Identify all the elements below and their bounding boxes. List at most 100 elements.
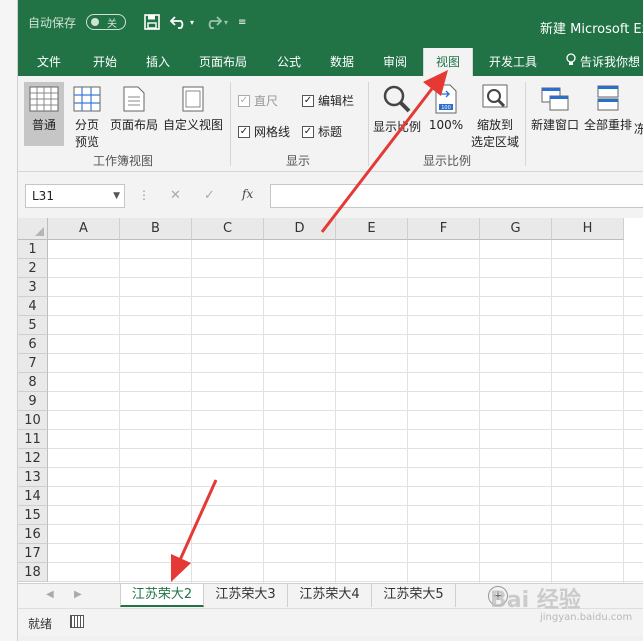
row-header-6[interactable]: 6 bbox=[18, 335, 48, 354]
ruler-checkbox[interactable]: ✓ 直尺 bbox=[238, 92, 278, 109]
row-header-7[interactable]: 7 bbox=[18, 354, 48, 373]
column-header-g[interactable]: G bbox=[480, 218, 552, 240]
redo-icon[interactable] bbox=[204, 15, 223, 29]
name-box[interactable]: L31 ▼ bbox=[25, 184, 125, 208]
page-break-preview-button[interactable]: 分页 预览 bbox=[68, 82, 106, 152]
magnifier-icon bbox=[383, 85, 411, 113]
zoom-button[interactable]: 显示比例 bbox=[372, 82, 422, 146]
column-header-c[interactable]: C bbox=[192, 218, 264, 240]
tab-data[interactable]: 数据 bbox=[316, 48, 368, 76]
custom-views-icon bbox=[182, 86, 204, 112]
sheet-tab-1[interactable]: 江苏荣大2 bbox=[120, 584, 204, 607]
zoom-to-selection-button[interactable]: 缩放到 选定区域 bbox=[468, 82, 522, 152]
quick-access-toolbar: 自动保存 关 ▾ ▾ ≡ bbox=[28, 10, 246, 34]
grid-line bbox=[48, 372, 643, 373]
autosave-state: 关 bbox=[107, 18, 118, 30]
column-header-d[interactable]: D bbox=[264, 218, 336, 240]
row-header-3[interactable]: 3 bbox=[18, 278, 48, 297]
scroll-left-icon[interactable]: ◀ bbox=[46, 589, 54, 600]
page-break-icon bbox=[73, 86, 101, 112]
column-header-f[interactable]: F bbox=[408, 218, 480, 240]
ribbon-view: 普通 分页 预览 页面布局 自定义视图 工作簿视图 ✓ 直尺 ✓ 编辑栏 ✓ 网… bbox=[18, 76, 643, 172]
sheet-tab-4[interactable]: 江苏荣大5 bbox=[372, 584, 456, 607]
grid-line bbox=[48, 429, 643, 430]
zoom-100-button[interactable]: 100 100% bbox=[424, 82, 468, 146]
autosave-label: 自动保存 bbox=[28, 15, 77, 30]
tab-home[interactable]: 开始 bbox=[80, 48, 130, 76]
grid-line bbox=[48, 410, 643, 411]
worksheet-grid[interactable]: A B C D E F G H 1 2 3 4 5 6 7 8 9 10 11 12 13 14 15 16 17 18 bbox=[18, 218, 643, 583]
row-header-13[interactable]: 13 bbox=[18, 468, 48, 487]
row-header-10[interactable]: 10 bbox=[18, 411, 48, 430]
grid-line bbox=[48, 524, 643, 525]
row-header-12[interactable]: 12 bbox=[18, 449, 48, 468]
row-header-1[interactable]: 1 bbox=[18, 240, 48, 259]
custom-views-label: 自定义视图 bbox=[162, 118, 223, 132]
zoom-label: 显示比例 bbox=[372, 120, 421, 134]
grid-line bbox=[119, 240, 120, 583]
grid-line bbox=[48, 258, 643, 259]
page-layout-view-button[interactable]: 页面布局 bbox=[108, 82, 160, 146]
grid-line bbox=[48, 315, 643, 316]
tab-file[interactable]: 文件 bbox=[18, 48, 80, 76]
chevron-down-icon[interactable]: ▼ bbox=[113, 185, 120, 207]
custom-views-button[interactable]: 自定义视图 bbox=[162, 82, 224, 146]
grid-line bbox=[48, 448, 643, 449]
formula-input[interactable] bbox=[270, 184, 643, 208]
grid-line bbox=[48, 391, 643, 392]
undo-icon[interactable] bbox=[170, 15, 188, 29]
tab-view[interactable]: 视图 bbox=[423, 48, 473, 78]
scroll-right-icon[interactable]: ▶ bbox=[74, 589, 82, 600]
undo-dropdown-icon[interactable]: ▾ bbox=[190, 18, 194, 27]
grid-line bbox=[479, 240, 480, 583]
row-header-18[interactable]: 18 bbox=[18, 563, 48, 582]
tell-me-search[interactable]: 告诉我你想 bbox=[566, 48, 640, 76]
row-header-17[interactable]: 17 bbox=[18, 544, 48, 563]
page-break-label-1: 分页 bbox=[74, 118, 99, 132]
select-all-button[interactable] bbox=[18, 218, 48, 240]
checkmark-icon: ✓ bbox=[238, 125, 250, 138]
row-header-15[interactable]: 15 bbox=[18, 506, 48, 525]
freeze-panes-button[interactable]: 冻 bbox=[634, 120, 643, 140]
tab-review[interactable]: 审阅 bbox=[370, 48, 420, 76]
row-header-5[interactable]: 5 bbox=[18, 316, 48, 335]
page-layout-icon bbox=[123, 86, 145, 112]
customize-icon[interactable]: ≡ bbox=[238, 17, 246, 28]
save-icon[interactable] bbox=[144, 14, 160, 30]
tab-formulas[interactable]: 公式 bbox=[264, 48, 314, 76]
grid-line bbox=[48, 296, 643, 297]
column-header-e[interactable]: E bbox=[336, 218, 408, 240]
more-icon[interactable]: ⋮ bbox=[138, 188, 151, 202]
row-header-16[interactable]: 16 bbox=[18, 525, 48, 544]
column-header-a[interactable]: A bbox=[48, 218, 120, 240]
new-window-button[interactable]: 新建窗口 bbox=[528, 82, 582, 146]
redo-dropdown-icon[interactable]: ▾ bbox=[224, 18, 228, 27]
sheet-tab-3[interactable]: 江苏荣大4 bbox=[288, 584, 372, 607]
headings-checkbox[interactable]: ✓ 标题 bbox=[302, 123, 342, 140]
normal-view-button[interactable]: 普通 bbox=[24, 82, 64, 146]
confirm-entry-icon[interactable]: ✓ bbox=[204, 188, 215, 203]
row-header-8[interactable]: 8 bbox=[18, 373, 48, 392]
tab-insert[interactable]: 插入 bbox=[132, 48, 184, 76]
macro-record-icon[interactable] bbox=[70, 615, 84, 628]
row-header-14[interactable]: 14 bbox=[18, 487, 48, 506]
tab-developer[interactable]: 开发工具 bbox=[478, 48, 548, 76]
sheet-tab-2[interactable]: 江苏荣大3 bbox=[204, 584, 288, 607]
insert-function-icon[interactable]: fx bbox=[242, 187, 253, 201]
formula-bar-checkbox[interactable]: ✓ 编辑栏 bbox=[302, 92, 354, 109]
arrange-all-button[interactable]: 全部重排 bbox=[582, 82, 634, 146]
grid-line bbox=[48, 353, 643, 354]
group-separator bbox=[368, 82, 369, 166]
autosave-toggle[interactable]: 关 bbox=[86, 14, 127, 30]
row-header-9[interactable]: 9 bbox=[18, 392, 48, 411]
ruler-label: 直尺 bbox=[254, 94, 279, 108]
column-header-h[interactable]: H bbox=[552, 218, 624, 240]
row-header-11[interactable]: 11 bbox=[18, 430, 48, 449]
tab-page-layout[interactable]: 页面布局 bbox=[188, 48, 258, 76]
cancel-entry-icon[interactable]: ✕ bbox=[170, 188, 181, 203]
column-header-b[interactable]: B bbox=[120, 218, 192, 240]
gridlines-checkbox[interactable]: ✓ 网格线 bbox=[238, 123, 290, 140]
row-header-4[interactable]: 4 bbox=[18, 297, 48, 316]
grid-line bbox=[335, 240, 336, 583]
row-header-2[interactable]: 2 bbox=[18, 259, 48, 278]
